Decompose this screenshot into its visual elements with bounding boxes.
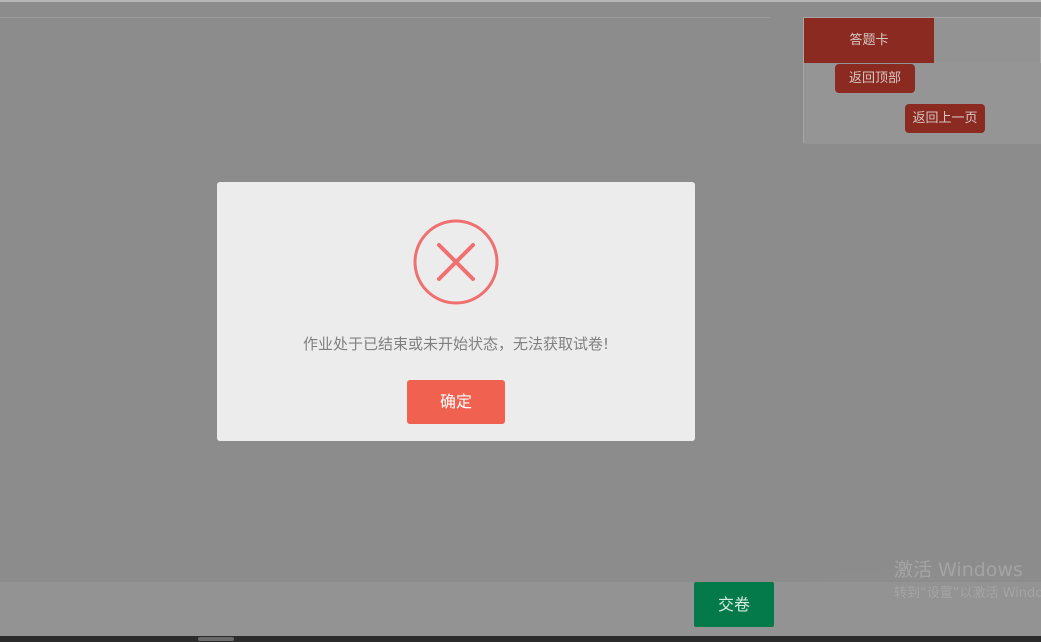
top-border: [0, 0, 1041, 2]
bottom-bar: 交卷: [0, 582, 1041, 636]
back-to-top-button[interactable]: 返回顶部: [835, 64, 915, 93]
error-circle-x-icon: [413, 219, 499, 305]
answer-card-tab[interactable]: 答题卡: [804, 18, 934, 63]
dialog-message: 作业处于已结束或未开始状态，无法获取试卷!: [302, 335, 609, 353]
horizontal-scrollbar[interactable]: [0, 636, 1041, 642]
error-dialog: 作业处于已结束或未开始状态，无法获取试卷! 确定: [217, 182, 695, 441]
header-divider: [0, 17, 770, 18]
windows-activation-watermark: 激活 Windows 转到“设置”以激活 Windows。: [894, 558, 1041, 604]
watermark-title: 激活 Windows: [894, 559, 1023, 581]
answer-card-panel: 答题卡 返回顶部 返回上一页: [803, 17, 1041, 144]
confirm-button[interactable]: 确定: [407, 380, 505, 424]
back-to-previous-page-button[interactable]: 返回上一页: [905, 104, 985, 133]
submit-exam-button[interactable]: 交卷: [694, 582, 774, 627]
scrollbar-thumb[interactable]: [198, 637, 234, 641]
answer-card-body: 返回顶部 返回上一页: [804, 63, 1041, 144]
watermark-subtitle: 转到“设置”以激活 Windows。: [894, 586, 1041, 601]
